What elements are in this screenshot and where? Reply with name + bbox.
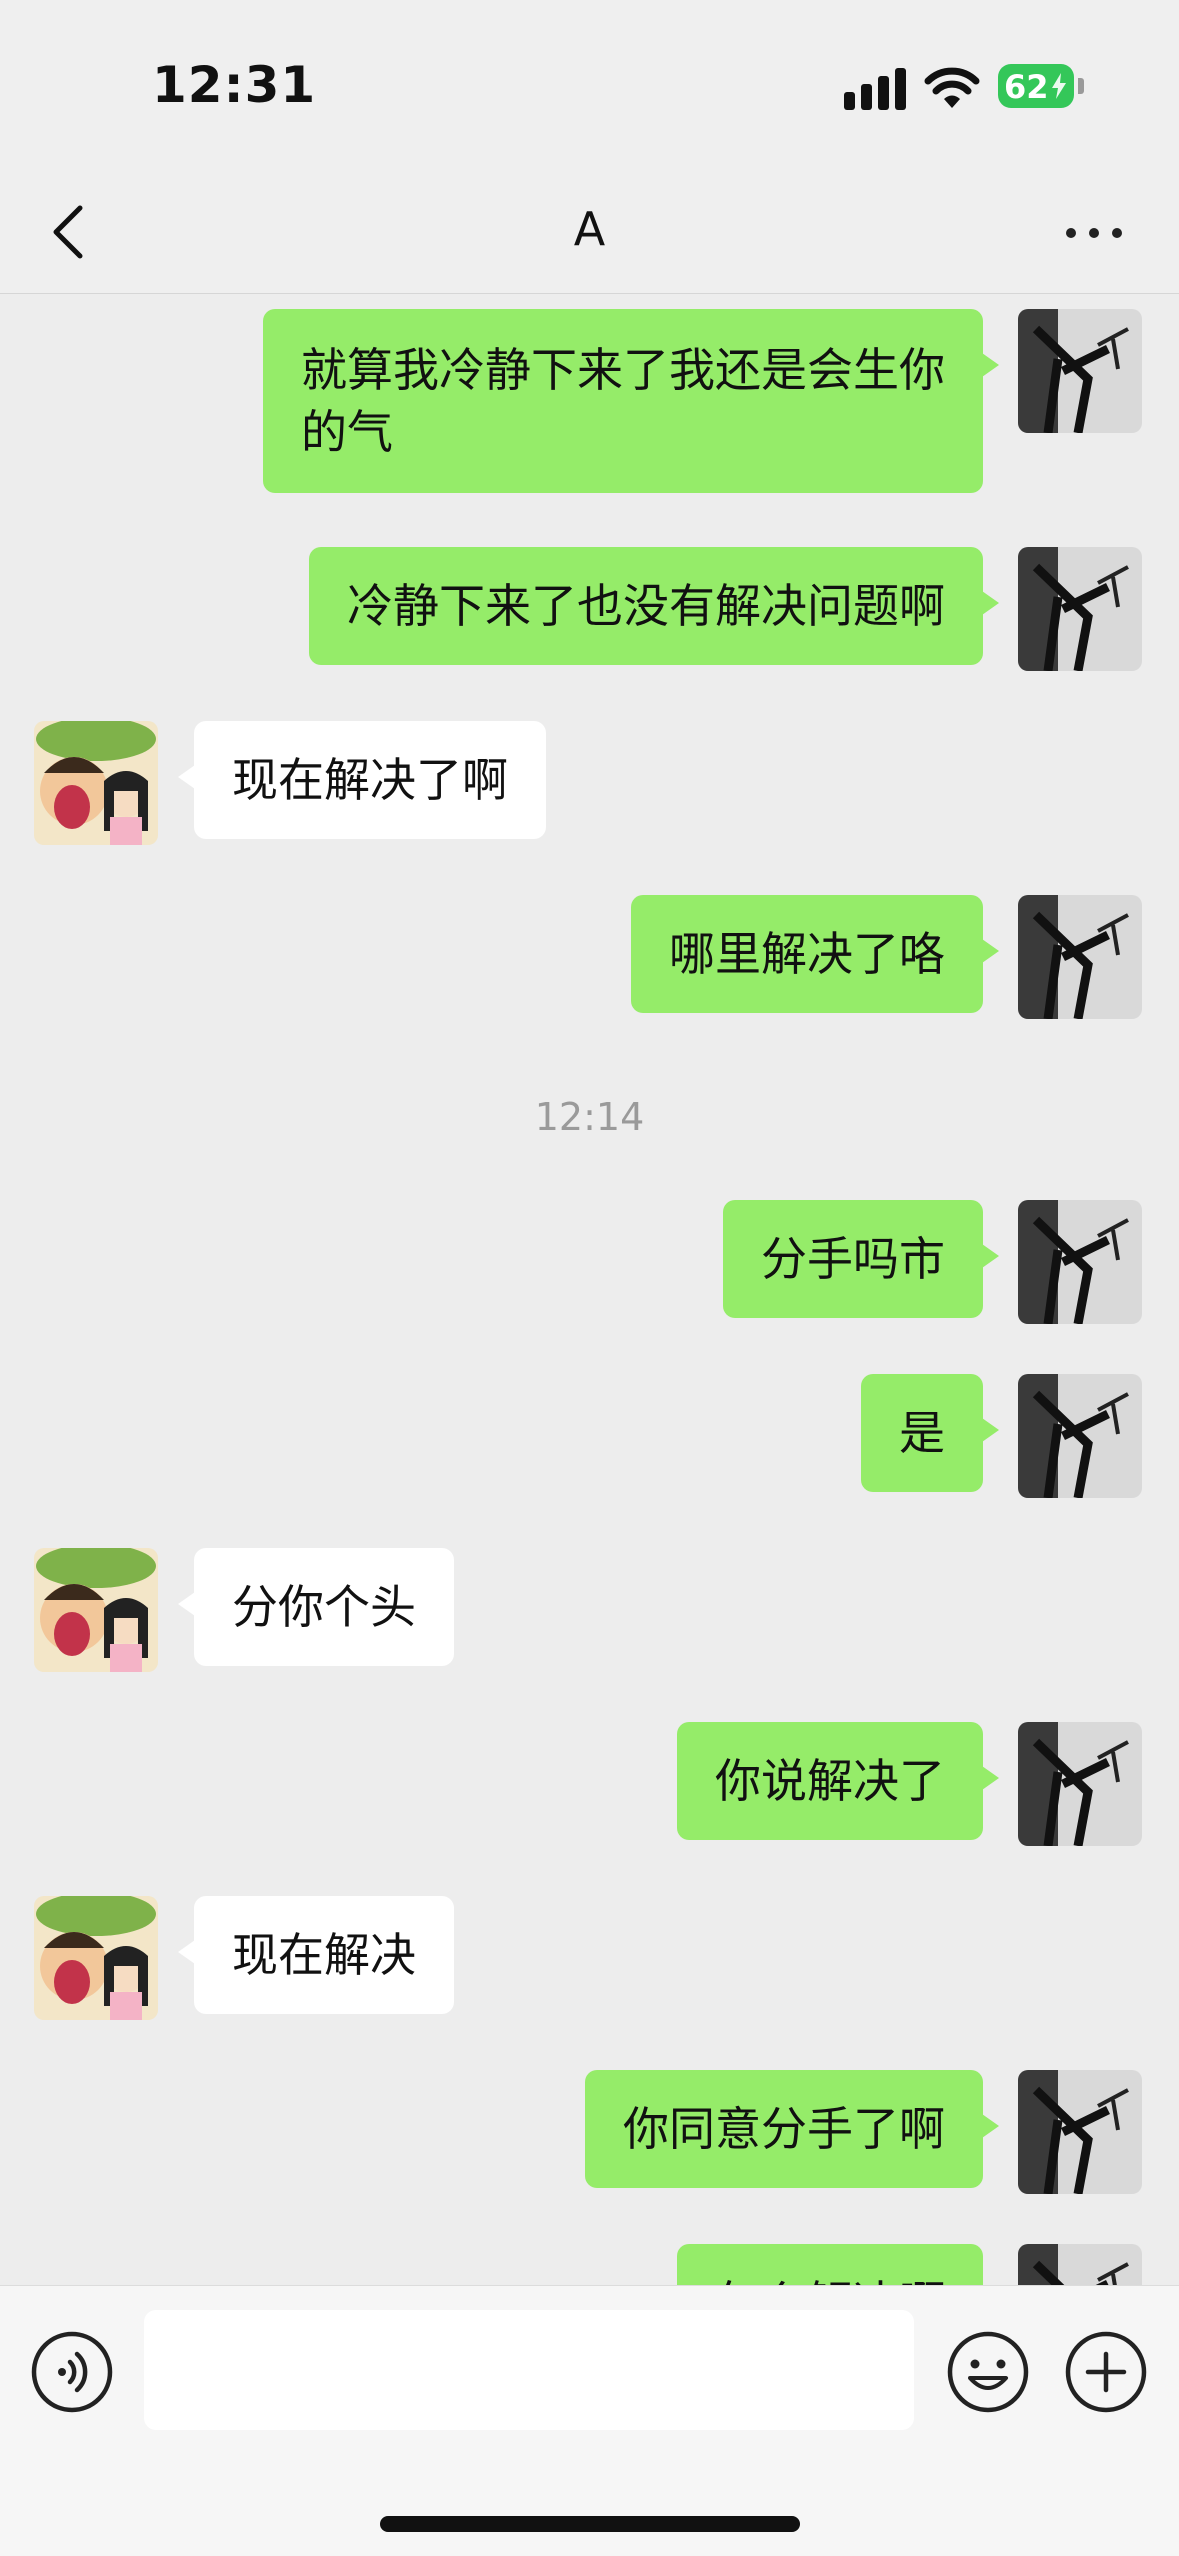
message-bubble-sent[interactable]: 你同意分手了啊 [585, 2070, 999, 2188]
plus-circle-icon [1065, 2331, 1147, 2413]
more-button[interactable] [1062, 212, 1126, 252]
my-avatar[interactable] [1018, 2244, 1142, 2285]
battery-icon: 62 [998, 64, 1074, 108]
message-bubble-sent[interactable]: 冷静下来了也没有解决问题啊 [309, 547, 999, 665]
my-avatar[interactable] [1018, 1200, 1142, 1324]
my-avatar[interactable] [1018, 895, 1142, 1019]
my-avatar[interactable] [1018, 2070, 1142, 2194]
battery-cap [1078, 78, 1084, 94]
my-avatar[interactable] [1018, 547, 1142, 671]
battery-level: 62 [1004, 68, 1049, 106]
my-avatar[interactable] [1018, 1722, 1142, 1846]
message-bubble-sent[interactable]: 是 [861, 1374, 999, 1492]
my-avatar[interactable] [1018, 309, 1142, 433]
my-avatar[interactable] [1018, 1374, 1142, 1498]
message-bubble-sent[interactable]: 就算我冷静下来了我还是会生你 的气 [263, 309, 999, 493]
message-input[interactable] [144, 2310, 914, 2430]
wifi-icon [924, 67, 980, 108]
chat-header: A [0, 170, 1179, 294]
plus-button[interactable] [1064, 2330, 1148, 2414]
message-bubble-received[interactable]: 现在解决 [178, 1896, 454, 2014]
contact-avatar[interactable] [34, 1896, 158, 2020]
status-time: 12:31 [152, 56, 317, 114]
message-timestamp: 12:14 [534, 1095, 645, 1139]
message-bubble-sent[interactable]: 分手吗市 [723, 1200, 999, 1318]
chat-message-list[interactable]: 就算我冷静下来了我还是会生你 的气 冷静下来了也没有解决问题啊 现在解决了啊 哪… [0, 295, 1179, 2285]
message-bubble-sent[interactable]: 哪里解决了咯 [631, 895, 999, 1013]
contact-avatar[interactable] [34, 721, 158, 845]
emoji-icon [947, 2331, 1029, 2413]
home-indicator[interactable] [380, 2516, 800, 2532]
message-bubble-received[interactable]: 分你个头 [178, 1548, 454, 1666]
cellular-signal-icon [844, 66, 908, 110]
message-bubble-sent[interactable]: 怎么解决啊 [677, 2244, 983, 2285]
message-bubble-received[interactable]: 现在解决了啊 [178, 721, 546, 839]
voice-button[interactable] [30, 2330, 114, 2414]
status-bar: 12:31 62 [0, 0, 1179, 170]
message-input-bar [0, 2285, 1179, 2556]
chat-title: A [573, 202, 606, 256]
emoji-button[interactable] [946, 2330, 1030, 2414]
voice-icon [31, 2331, 113, 2413]
contact-avatar[interactable] [34, 1548, 158, 1672]
message-bubble-sent[interactable]: 你说解决了 [677, 1722, 999, 1840]
